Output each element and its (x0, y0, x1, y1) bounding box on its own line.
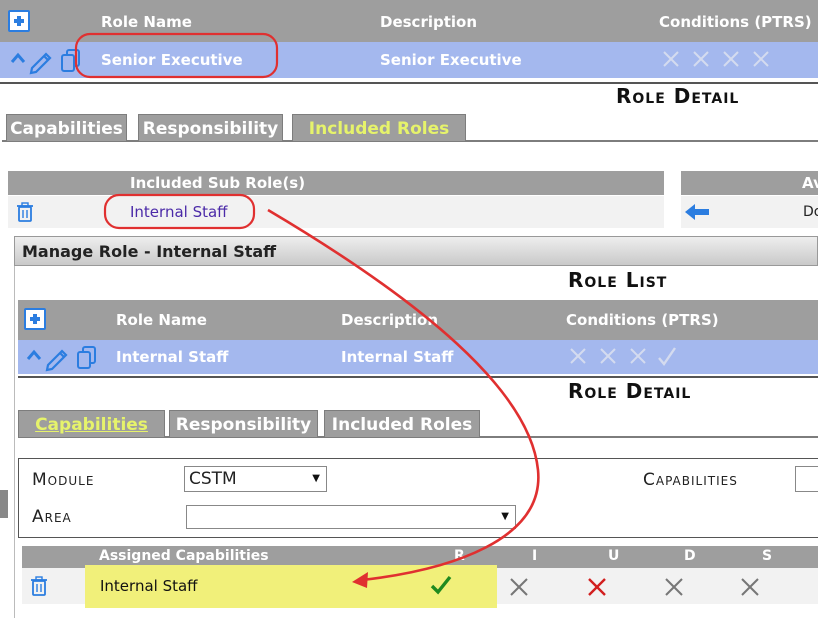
annotation-arrow (267, 208, 540, 582)
annotation-overlay (74, 32, 540, 588)
annotation-circle-senior-executive (74, 32, 279, 79)
annotation-arrowhead (352, 572, 368, 588)
annotation-circle-internal-staff (103, 193, 256, 230)
